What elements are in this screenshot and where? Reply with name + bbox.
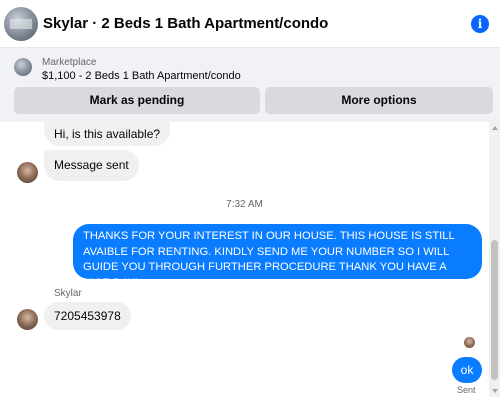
more-options-button[interactable]: More options: [265, 87, 493, 114]
listing-summary[interactable]: $1,100 - 2 Beds 1 Bath Apartment/condo: [42, 70, 241, 82]
conversation-title[interactable]: Skylar · 2 Beds 1 Bath Apartment/condo: [43, 15, 328, 32]
scroll-up-arrow-icon[interactable]: [492, 126, 498, 130]
listing-small-thumbnail: [14, 58, 32, 76]
outgoing-message[interactable]: ok: [452, 357, 482, 383]
outgoing-message[interactable]: THANKS FOR YOUR INTEREST IN OUR HOUSE. T…: [73, 224, 482, 289]
incoming-message[interactable]: 7205453978: [44, 302, 131, 330]
sender-name: Skylar: [54, 288, 82, 299]
listing-source-label: Marketplace: [42, 57, 97, 68]
incoming-message[interactable]: Message sent: [44, 150, 139, 181]
seen-avatar-icon: [464, 337, 475, 348]
contact-avatar[interactable]: [17, 162, 38, 183]
incoming-message[interactable]: Hi, is this available?: [44, 122, 171, 146]
mark-as-pending-button[interactable]: Mark as pending: [14, 87, 260, 114]
contact-avatar[interactable]: [17, 309, 38, 330]
conversation-header: Skylar · 2 Beds 1 Bath Apartment/condo i: [0, 0, 500, 48]
listing-panel: Marketplace $1,100 - 2 Beds 1 Bath Apart…: [0, 48, 500, 122]
scroll-down-arrow-icon[interactable]: [492, 389, 498, 393]
delivery-status: Sent: [457, 385, 476, 395]
scrollbar-thumb[interactable]: [491, 240, 498, 380]
listing-thumbnail[interactable]: [4, 7, 38, 41]
message-timestamp: 7:32 AM: [226, 199, 263, 210]
chat-scrollbar[interactable]: [489, 122, 500, 397]
info-icon[interactable]: i: [471, 15, 489, 33]
